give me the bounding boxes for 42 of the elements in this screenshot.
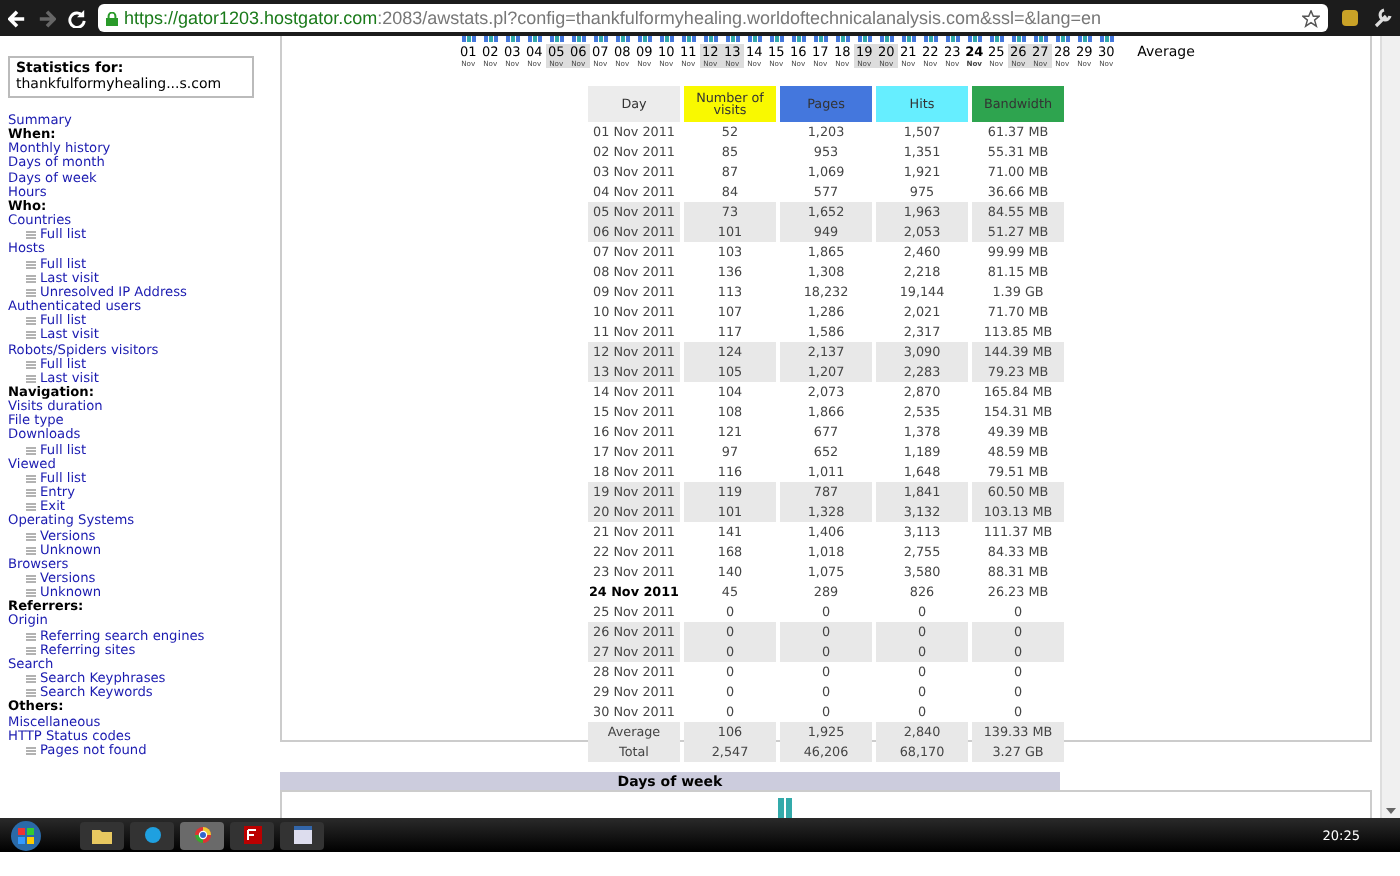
reload-icon — [68, 9, 86, 27]
list-icon — [26, 273, 36, 284]
list-icon — [26, 688, 36, 699]
list-icon — [26, 473, 36, 484]
list-icon — [26, 373, 36, 384]
list-icon — [26, 259, 36, 270]
list-icon — [26, 316, 36, 327]
bar-chart-drawing — [778, 798, 794, 818]
list-icon — [26, 230, 36, 241]
list-icon — [26, 330, 36, 341]
address-bar[interactable]: https://gator1203.hostgator.com:2083/awstats.pl?config=thankfulformyhealing.worldoftechnicalanalysis.com&ssl=&lang=en — [98, 4, 1328, 32]
list-icon — [26, 631, 36, 642]
folder-taskbar-button[interactable] — [80, 821, 124, 849]
chat-taskbar-button[interactable] — [130, 821, 174, 849]
browser-taskbar-button[interactable] — [180, 821, 224, 849]
wrench-icon — [1372, 8, 1392, 28]
list-icon — [26, 545, 36, 556]
window-taskbar-button[interactable] — [280, 821, 324, 849]
list-icon — [26, 502, 36, 513]
window-icon — [293, 826, 311, 844]
forward-icon — [38, 9, 56, 27]
list-icon — [26, 359, 36, 370]
folder-icon — [92, 827, 112, 843]
list-icon — [26, 645, 36, 656]
list-icon — [26, 588, 36, 599]
back-icon — [8, 9, 26, 27]
start-button-icon[interactable] — [8, 819, 44, 851]
url-host: https://gator1203.hostgator.com — [124, 8, 378, 28]
url-path: :2083/awstats.pl?config=thankfulformyhealing.worldoftechnicalanalysis.com&ssl=&lang=en — [377, 8, 1102, 28]
list-icon — [26, 574, 36, 585]
scrollbar[interactable] — [1380, 36, 1400, 818]
list-icon — [26, 674, 36, 685]
list-icon — [26, 531, 36, 542]
ftp-icon — [243, 826, 261, 844]
list-icon — [26, 745, 36, 756]
browser-icon — [193, 826, 211, 844]
ftp-taskbar-button[interactable] — [230, 821, 274, 849]
list-icon — [26, 445, 36, 456]
list-icon — [26, 287, 36, 298]
list-icon — [26, 488, 36, 499]
lock-icon — [106, 11, 118, 25]
star-icon — [1302, 9, 1320, 27]
